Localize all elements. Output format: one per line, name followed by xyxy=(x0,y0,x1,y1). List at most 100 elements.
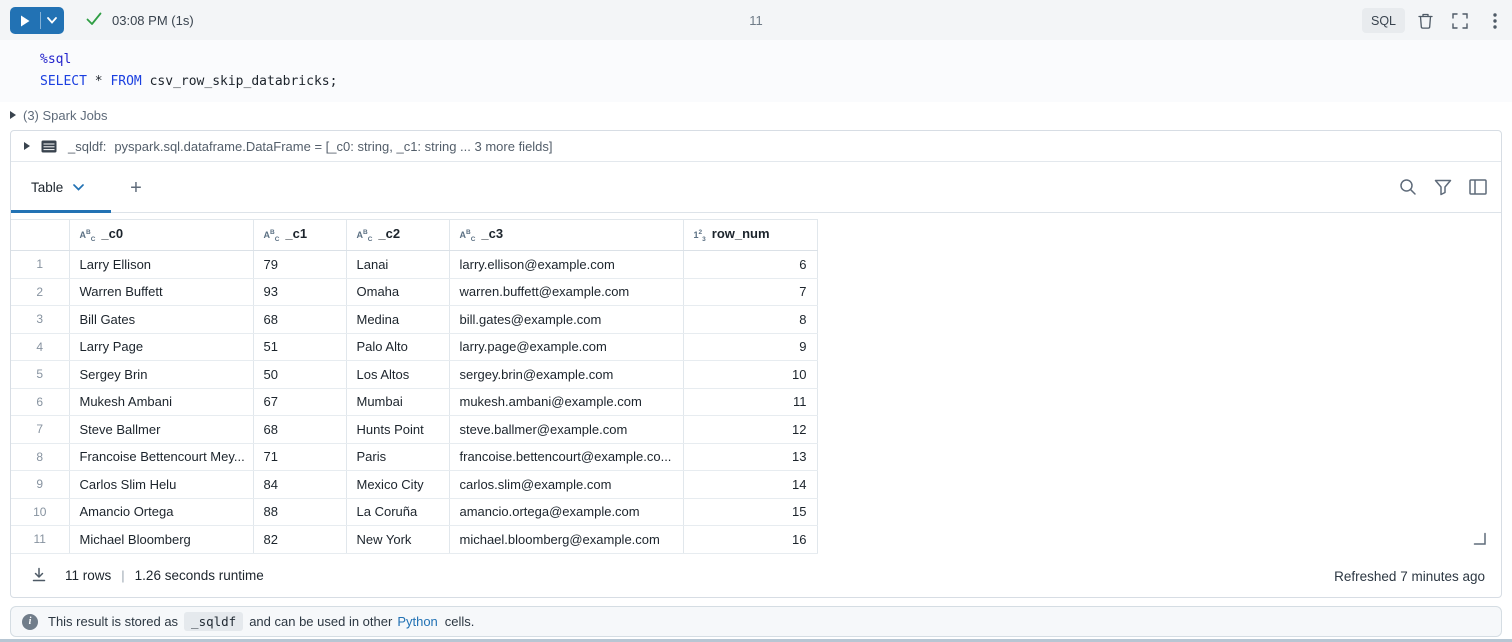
cell-row_num[interactable]: 9 xyxy=(683,333,817,361)
download-icon xyxy=(31,567,47,583)
cell-_c2[interactable]: Omaha xyxy=(346,278,449,306)
search-results-button[interactable] xyxy=(1397,176,1419,198)
column-header-_c0[interactable]: ABC_c0 xyxy=(69,220,253,251)
number-type-icon: 123 xyxy=(694,227,706,244)
cell-_c1[interactable]: 82 xyxy=(253,526,346,554)
cell-_c1[interactable]: 71 xyxy=(253,443,346,471)
cell-_c0[interactable]: Larry Ellison xyxy=(69,251,253,279)
cell-row_num[interactable]: 13 xyxy=(683,443,817,471)
table-row: 8Francoise Bettencourt Mey...71Parisfran… xyxy=(11,443,817,471)
code-line-2[interactable]: SELECT * FROM csv_row_skip_databricks; xyxy=(40,74,337,89)
cell-_c2[interactable]: New York xyxy=(346,526,449,554)
cell-_c3[interactable]: mukesh.ambani@example.com xyxy=(449,388,683,416)
column-header-row_num[interactable]: 123row_num xyxy=(683,220,817,251)
cell-_c2[interactable]: Los Altos xyxy=(346,361,449,389)
cell-row_num[interactable]: 12 xyxy=(683,416,817,444)
column-header-index[interactable] xyxy=(11,220,69,251)
dataframe-toggle[interactable] xyxy=(24,142,30,150)
cell-_c1[interactable]: 51 xyxy=(253,333,346,361)
cell-_c1[interactable]: 84 xyxy=(253,471,346,499)
cell-_c0[interactable]: Bill Gates xyxy=(69,306,253,334)
cell-_c3[interactable]: steve.ballmer@example.com xyxy=(449,416,683,444)
cell-row_num[interactable]: 8 xyxy=(683,306,817,334)
table-row: 5Sergey Brin50Los Altossergey.brin@examp… xyxy=(11,361,817,389)
add-visualization-button[interactable]: + xyxy=(121,173,151,203)
code-editor[interactable]: %sql SELECT * FROM csv_row_skip_databric… xyxy=(0,40,1512,102)
cell-_c0[interactable]: Mukesh Ambani xyxy=(69,388,253,416)
cell-_c0[interactable]: Amancio Ortega xyxy=(69,498,253,526)
cell-_c3[interactable]: larry.ellison@example.com xyxy=(449,251,683,279)
column-header-_c1[interactable]: ABC_c1 xyxy=(253,220,346,251)
cell-_c1[interactable]: 68 xyxy=(253,306,346,334)
table-header-row: ABC_c0ABC_c1ABC_c2ABC_c3123row_num xyxy=(11,220,817,251)
cell-_c2[interactable]: La Coruña xyxy=(346,498,449,526)
cell-_c3[interactable]: sergey.brin@example.com xyxy=(449,361,683,389)
cell-row_num[interactable]: 15 xyxy=(683,498,817,526)
cell-row_num[interactable]: 16 xyxy=(683,526,817,554)
table-row: 9Carlos Slim Helu84Mexico Citycarlos.sli… xyxy=(11,471,817,499)
cell-_c0[interactable]: Sergey Brin xyxy=(69,361,253,389)
cell-_c1[interactable]: 68 xyxy=(253,416,346,444)
download-results-button[interactable] xyxy=(31,567,47,583)
cell-row_num[interactable]: 6 xyxy=(683,251,817,279)
cell-_c0[interactable]: Warren Buffett xyxy=(69,278,253,306)
cell-_c2[interactable]: Medina xyxy=(346,306,449,334)
cell-_c3[interactable]: michael.bloomberg@example.com xyxy=(449,526,683,554)
column-header-_c3[interactable]: ABC_c3 xyxy=(449,220,683,251)
cell-row_num[interactable]: 14 xyxy=(683,471,817,499)
table-row: 2Warren Buffett93Omahawarren.buffett@exa… xyxy=(11,278,817,306)
expand-cell-button[interactable] xyxy=(1448,9,1472,33)
cell-_c1[interactable]: 50 xyxy=(253,361,346,389)
table-row: 10Amancio Ortega88La Coruñaamancio.orteg… xyxy=(11,498,817,526)
cell-row_num[interactable]: 7 xyxy=(683,278,817,306)
cell-_c1[interactable]: 79 xyxy=(253,251,346,279)
cell-_c3[interactable]: larry.page@example.com xyxy=(449,333,683,361)
cell-menu-button[interactable] xyxy=(1483,9,1507,33)
search-icon xyxy=(1399,178,1417,196)
cell-_c0[interactable]: Larry Page xyxy=(69,333,253,361)
cell-_c3[interactable]: carlos.slim@example.com xyxy=(449,471,683,499)
cell-_c1[interactable]: 88 xyxy=(253,498,346,526)
table-row: 3Bill Gates68Medinabill.gates@example.co… xyxy=(11,306,817,334)
info-text-suffix: cells. xyxy=(445,614,475,629)
chevron-down-icon xyxy=(73,184,84,191)
results-panel: _sqldf: pyspark.sql.dataframe.DataFrame … xyxy=(10,130,1502,598)
cell-toolbar: 03:08 PM (1s) 11 SQL xyxy=(0,0,1512,40)
python-link[interactable]: Python xyxy=(397,614,437,629)
cell-_c2[interactable]: Palo Alto xyxy=(346,333,449,361)
dataframe-icon xyxy=(41,140,57,153)
cell-_c0[interactable]: Carlos Slim Helu xyxy=(69,471,253,499)
filter-results-button[interactable] xyxy=(1432,176,1454,198)
cell-_c3[interactable]: francoise.bettencourt@example.co... xyxy=(449,443,683,471)
row-index: 6 xyxy=(11,388,69,416)
side-panel-icon xyxy=(1469,179,1487,195)
cell-_c1[interactable]: 67 xyxy=(253,388,346,416)
tab-table[interactable]: Table xyxy=(11,162,111,212)
spark-jobs-label: (3) Spark Jobs xyxy=(23,108,108,123)
center-indicator: 11 xyxy=(0,13,1512,28)
column-header-_c2[interactable]: ABC_c2 xyxy=(346,220,449,251)
code-line-1[interactable]: %sql xyxy=(40,52,71,67)
columns-panel-button[interactable] xyxy=(1467,176,1489,198)
delete-cell-button[interactable] xyxy=(1413,9,1437,33)
table-row: 6Mukesh Ambani67Mumbaimukesh.ambani@exam… xyxy=(11,388,817,416)
cell-_c0[interactable]: Michael Bloomberg xyxy=(69,526,253,554)
cell-row_num[interactable]: 11 xyxy=(683,388,817,416)
cell-_c0[interactable]: Steve Ballmer xyxy=(69,416,253,444)
cell-_c2[interactable]: Mexico City xyxy=(346,471,449,499)
row-index: 8 xyxy=(11,443,69,471)
results-resize-handle[interactable] xyxy=(1473,531,1487,545)
cell-_c2[interactable]: Hunts Point xyxy=(346,416,449,444)
cell-_c3[interactable]: bill.gates@example.com xyxy=(449,306,683,334)
language-badge[interactable]: SQL xyxy=(1362,8,1405,33)
cell-_c1[interactable]: 93 xyxy=(253,278,346,306)
cell-_c2[interactable]: Paris xyxy=(346,443,449,471)
cell-_c2[interactable]: Mumbai xyxy=(346,388,449,416)
cell-_c3[interactable]: amancio.ortega@example.com xyxy=(449,498,683,526)
cell-_c2[interactable]: Lanai xyxy=(346,251,449,279)
cell-_c3[interactable]: warren.buffett@example.com xyxy=(449,278,683,306)
cell-row_num[interactable]: 10 xyxy=(683,361,817,389)
runtime: 1.26 seconds runtime xyxy=(135,568,264,583)
spark-jobs-toggle[interactable] xyxy=(10,111,16,119)
cell-_c0[interactable]: Francoise Bettencourt Mey... xyxy=(69,443,253,471)
